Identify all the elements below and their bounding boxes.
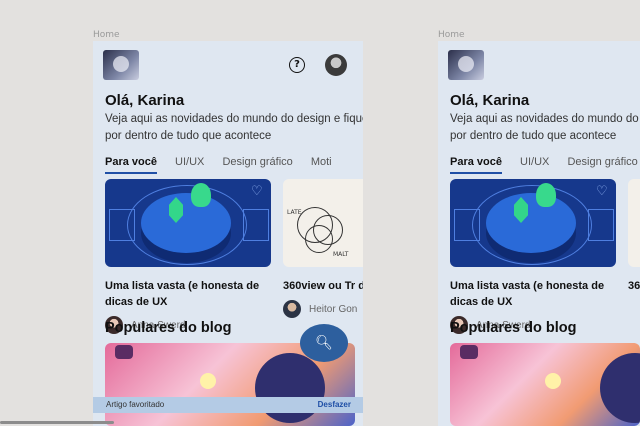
article-title: 36	[628, 280, 640, 292]
profile-logo[interactable]	[103, 50, 139, 80]
section-title: Populares do blog	[450, 320, 577, 336]
home-screen-frame: Olá, Karina Veja aqui as novidades do mu…	[438, 41, 640, 426]
profile-logo[interactable]	[448, 50, 484, 80]
heart-icon[interactable]: ♡	[251, 185, 265, 198]
tab-ui-ux[interactable]: UI/UX	[175, 156, 204, 168]
search-icon: 🔍︎	[315, 335, 333, 351]
article-title: 360view ou Tr de Keele?	[283, 280, 363, 292]
snackbar-message: Artigo favoritado	[106, 400, 165, 409]
article-image	[628, 179, 640, 267]
article-title: Uma lista vasta (e honesta de dicas de U…	[450, 280, 605, 308]
horizontal-scrollbar[interactable]	[0, 421, 114, 424]
help-icon[interactable]: ?	[289, 57, 305, 73]
article-card[interactable]: LATE MALT 360view ou Tr de Keele? Heitor…	[283, 179, 363, 318]
avatar[interactable]	[325, 54, 347, 76]
article-card[interactable]: 36	[628, 179, 640, 294]
tab-design-grafico[interactable]: Design gráfico	[567, 156, 637, 168]
article-card[interactable]: ♡ Uma lista vasta (e honesta de dicas de…	[450, 179, 616, 334]
article-image: ♡	[105, 179, 271, 267]
search-button[interactable]: 🔍︎	[300, 324, 348, 362]
article-image: LATE MALT	[283, 179, 363, 267]
diagram-label: LATE	[287, 209, 302, 216]
tab-motion[interactable]: Moti	[311, 156, 332, 168]
author-name: Heitor Gon	[309, 303, 358, 315]
tab-para-voce[interactable]: Para você	[450, 156, 502, 174]
greeting: Olá, Karina	[105, 92, 185, 109]
tab-design-grafico[interactable]: Design gráfico	[222, 156, 292, 168]
intro-text: Veja aqui as novidades do mundo do desig…	[450, 113, 640, 142]
heart-icon[interactable]: ♡	[596, 185, 610, 198]
blog-image[interactable]	[450, 343, 640, 426]
tab-para-voce[interactable]: Para você	[105, 156, 157, 174]
author-avatar	[283, 300, 301, 318]
snackbar: Artigo favoritado Desfazer	[93, 397, 363, 413]
undo-button[interactable]: Desfazer	[318, 397, 351, 413]
tab-ui-ux[interactable]: UI/UX	[520, 156, 549, 168]
article-title: Uma lista vasta (e honesta de dicas de U…	[105, 280, 260, 308]
home-screen-frame: ? Olá, Karina Veja aqui as novidades do …	[93, 41, 363, 426]
article-image: ♡	[450, 179, 616, 267]
article-author: Heitor Gon	[283, 300, 363, 318]
category-tabs: Para você UI/UX Design gráfico	[450, 156, 640, 174]
frame-label: Home	[93, 30, 120, 40]
greeting: Olá, Karina	[450, 92, 530, 109]
frame-label: Home	[438, 30, 465, 40]
section-title: Populares do blog	[105, 320, 232, 336]
diagram-label: MALT	[333, 251, 349, 258]
article-card[interactable]: ♡ Uma lista vasta (e honesta de dicas de…	[105, 179, 271, 334]
category-tabs: Para você UI/UX Design gráfico Moti	[105, 156, 347, 174]
intro-text: Veja aqui as novidades do mundo do desig…	[105, 113, 363, 142]
